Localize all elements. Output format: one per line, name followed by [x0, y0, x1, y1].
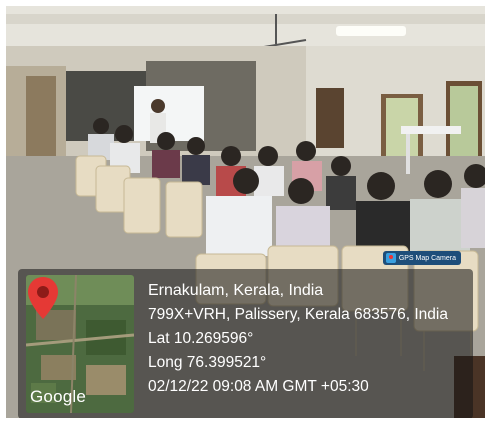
map-thumbnail: Google — [26, 275, 134, 413]
gps-map-camera-badge: GPS Map Camera — [382, 251, 461, 265]
location-info: Ernakulam, Kerala, India 799X+VRH, Palis… — [148, 279, 448, 399]
datetime-text: 02/12/22 09:08 AM GMT +05:30 — [148, 378, 369, 395]
address-text: 799X+VRH, Palissery, Kerala 683576, Indi… — [148, 306, 448, 323]
geotag-overlay: GPS Map Camera Google Ernakulam, Kerala,… — [18, 251, 473, 418]
location-title: Ernakulam, Kerala, India — [148, 282, 324, 299]
classroom-photo: GPS Map Camera Google Ernakulam, Kerala,… — [6, 6, 485, 418]
badge-label: GPS Map Camera — [398, 254, 456, 262]
google-logo: Google — [30, 387, 87, 406]
gps-camera-icon — [385, 253, 396, 263]
latitude-text: Lat 10.269596° — [148, 330, 254, 347]
ceiling-light — [336, 26, 406, 36]
location-pin-icon — [28, 277, 58, 319]
longitude-text: Long 76.399521° — [148, 354, 267, 371]
